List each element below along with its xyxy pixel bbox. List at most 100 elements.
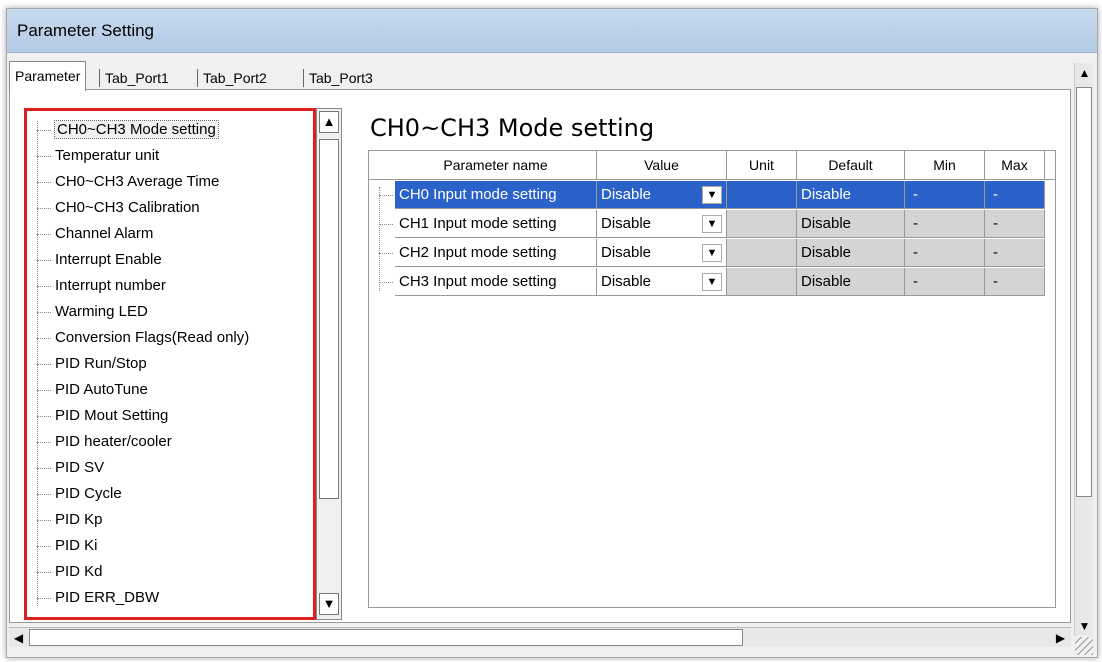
cell-default: Disable bbox=[797, 181, 905, 209]
scroll-up-icon[interactable]: ▲ bbox=[1075, 63, 1094, 83]
cell-default-text: Disable bbox=[801, 215, 852, 232]
grid-header: Parameter name Value Unit Default Min Ma… bbox=[369, 151, 1055, 180]
tree-branch-connector bbox=[37, 181, 51, 183]
cell-name-text: CH1 Input mode setting bbox=[399, 215, 557, 232]
row-branch-connector bbox=[379, 253, 393, 254]
tree-item[interactable]: CH0~CH3 Calibration bbox=[27, 195, 200, 220]
cell-min-text: - bbox=[913, 215, 918, 232]
cell-value[interactable]: Disable ▼ bbox=[597, 181, 727, 209]
cell-name-text: CH3 Input mode setting bbox=[399, 273, 557, 290]
tree-scrollbar[interactable]: ▲ ▼ bbox=[316, 108, 342, 620]
cell-unit bbox=[727, 268, 797, 296]
cell-unit bbox=[727, 181, 797, 209]
tree-item-label: PID Run/Stop bbox=[55, 355, 147, 372]
cell-default-text: Disable bbox=[801, 244, 852, 261]
tree-item[interactable]: Conversion Flags(Read only) bbox=[27, 325, 249, 350]
tree-item-label: CH0~CH3 Mode setting bbox=[54, 120, 219, 139]
main-vertical-scrollbar[interactable]: ▲ ▼ bbox=[1074, 63, 1093, 636]
cell-default: Disable bbox=[797, 210, 905, 238]
main-vertical-scroll-thumb[interactable] bbox=[1076, 87, 1092, 497]
tree-branch-connector bbox=[37, 519, 51, 521]
tree-item[interactable]: Channel Alarm bbox=[27, 221, 153, 246]
dropdown-arrow-icon[interactable]: ▼ bbox=[702, 244, 722, 262]
scroll-right-icon[interactable]: ▶ bbox=[1051, 628, 1070, 648]
cell-min: - bbox=[905, 181, 985, 209]
tree-item[interactable]: PID SV bbox=[27, 455, 104, 480]
tree-scroll-thumb[interactable] bbox=[319, 139, 339, 499]
dropdown-arrow-icon[interactable]: ▼ bbox=[702, 186, 722, 204]
tree-scroll-up-icon[interactable]: ▲ bbox=[319, 111, 339, 133]
cell-value-text: Disable bbox=[601, 273, 652, 290]
table-row[interactable]: CH0 Input mode setting Disable ▼ Disable - - bbox=[395, 181, 1055, 210]
main-horizontal-scroll-thumb[interactable] bbox=[29, 629, 743, 646]
tree-item[interactable]: PID Kp bbox=[27, 507, 103, 532]
tree-item[interactable]: Interrupt Enable bbox=[27, 247, 162, 272]
tree-item[interactable]: PID heater/cooler bbox=[27, 429, 172, 454]
tree-item[interactable]: Warming LED bbox=[27, 299, 148, 324]
tree-item[interactable]: PID Kd bbox=[27, 559, 103, 584]
col-default[interactable]: Default bbox=[797, 151, 905, 179]
cell-value-text: Disable bbox=[601, 244, 652, 261]
col-max[interactable]: Max bbox=[985, 151, 1045, 179]
tree-item-label: PID Cycle bbox=[55, 485, 122, 502]
tree-item[interactable]: PID ERR_DBW bbox=[27, 585, 159, 610]
cell-name: CH0 Input mode setting bbox=[395, 181, 597, 209]
cell-name: CH2 Input mode setting bbox=[395, 239, 597, 267]
tree-item[interactable]: CH0~CH3 Mode setting bbox=[27, 117, 219, 142]
tree-item[interactable]: PID AutoTune bbox=[27, 377, 148, 402]
cell-default-text: Disable bbox=[801, 186, 852, 203]
row-branch-connector bbox=[379, 195, 393, 196]
table-row[interactable]: CH3 Input mode setting Disable ▼ Disable - - bbox=[395, 268, 1055, 297]
tree-branch-connector bbox=[37, 233, 51, 235]
cell-unit bbox=[727, 210, 797, 238]
table-row[interactable]: CH1 Input mode setting Disable ▼ Disable - - bbox=[395, 210, 1055, 239]
dropdown-arrow-icon[interactable]: ▼ bbox=[702, 273, 722, 291]
main-horizontal-scrollbar[interactable]: ◀ ▶ bbox=[9, 627, 1071, 647]
tree-item[interactable]: PID Cycle bbox=[27, 481, 122, 506]
cell-unit bbox=[727, 239, 797, 267]
col-parameter-name[interactable]: Parameter name bbox=[395, 151, 597, 179]
tree-item[interactable]: Temperatur unit bbox=[27, 143, 159, 168]
tree-item[interactable]: PID Ki bbox=[27, 533, 98, 558]
resize-grip-icon[interactable] bbox=[1075, 637, 1093, 655]
cell-default: Disable bbox=[797, 239, 905, 267]
tree-item[interactable]: CH0~CH3 Average Time bbox=[27, 169, 219, 194]
tree-branch-connector bbox=[37, 311, 51, 313]
cell-max: - bbox=[985, 268, 1045, 296]
cell-value[interactable]: Disable ▼ bbox=[597, 210, 727, 238]
cell-value-text: Disable bbox=[601, 215, 652, 232]
cell-max: - bbox=[985, 210, 1045, 238]
tree-scroll-down-icon[interactable]: ▼ bbox=[319, 593, 339, 615]
tab-port3[interactable]: Tab_Port3 bbox=[303, 69, 378, 87]
col-unit[interactable]: Unit bbox=[727, 151, 797, 179]
tab-port1[interactable]: Tab_Port1 bbox=[99, 69, 174, 87]
tree-item-label: Temperatur unit bbox=[55, 147, 160, 164]
table-row[interactable]: CH2 Input mode setting Disable ▼ Disable - - bbox=[395, 239, 1055, 268]
cell-min-text: - bbox=[913, 186, 918, 203]
cell-max-text: - bbox=[993, 215, 998, 232]
cell-min: - bbox=[905, 268, 985, 296]
tree-item[interactable]: Interrupt number bbox=[27, 273, 166, 298]
tree-item-label: Warming LED bbox=[55, 303, 148, 320]
parameter-grid: Parameter name Value Unit Default Min Ma… bbox=[368, 150, 1056, 608]
dropdown-arrow-icon[interactable]: ▼ bbox=[702, 215, 722, 233]
tree-item-label: PID Kd bbox=[55, 563, 103, 580]
cell-value[interactable]: Disable ▼ bbox=[597, 239, 727, 267]
col-min[interactable]: Min bbox=[905, 151, 985, 179]
scroll-down-icon[interactable]: ▼ bbox=[1075, 616, 1094, 636]
tree-branch-connector bbox=[37, 259, 51, 261]
cell-min: - bbox=[905, 210, 985, 238]
tab-port2[interactable]: Tab_Port2 bbox=[197, 69, 272, 87]
cell-value[interactable]: Disable ▼ bbox=[597, 268, 727, 296]
tree-item-label: PID ERR_DBW bbox=[55, 589, 160, 606]
tree-item-label: Conversion Flags(Read only) bbox=[55, 329, 250, 346]
col-value[interactable]: Value bbox=[597, 151, 727, 179]
tab-parameter[interactable]: Parameter bbox=[9, 61, 87, 91]
tree-item[interactable]: PID Run/Stop bbox=[27, 351, 147, 376]
tree-item-label: CH0~CH3 Average Time bbox=[55, 173, 220, 190]
tree-item-label: PID heater/cooler bbox=[55, 433, 172, 450]
cell-name-text: CH2 Input mode setting bbox=[399, 244, 557, 261]
row-branch-connector bbox=[379, 282, 393, 283]
tree-item[interactable]: PID Mout Setting bbox=[27, 403, 168, 428]
scroll-left-icon[interactable]: ◀ bbox=[9, 628, 28, 648]
